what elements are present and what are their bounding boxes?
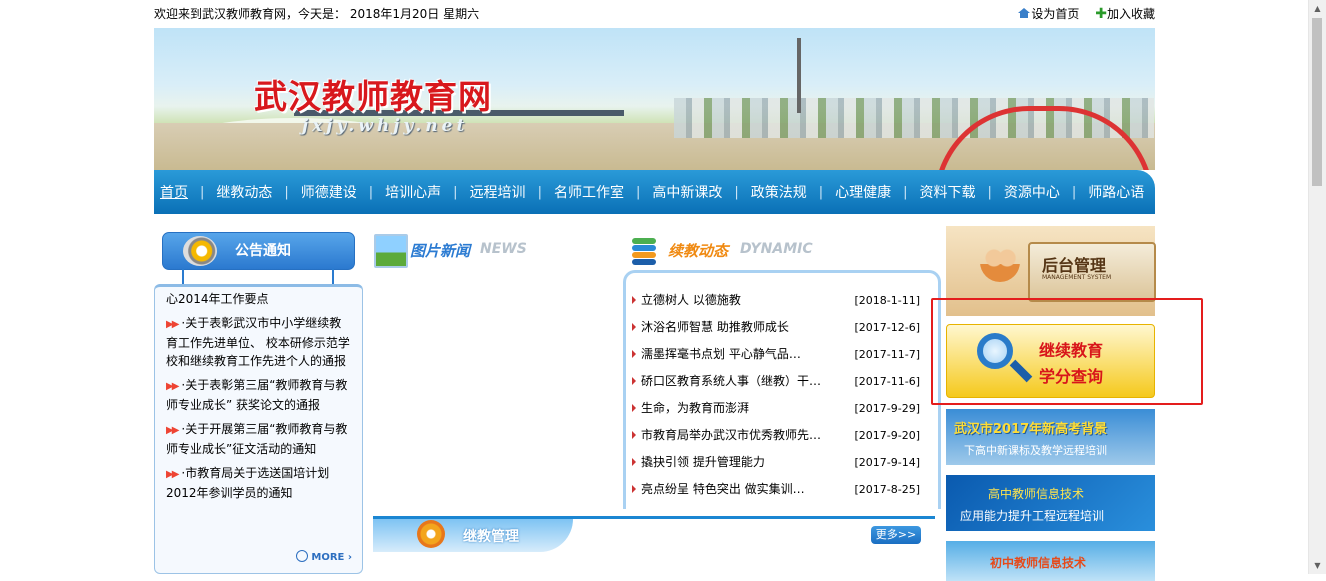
banner: 武汉教师教育网 jxjy.whjy.net [154, 28, 1155, 170]
notice-header: 公告通知 [162, 232, 355, 270]
management-section-header: 继教管理 更多>> [373, 516, 935, 552]
dynamic-row-title: 生命，为教育而澎湃 [641, 401, 750, 415]
dynamic-row-title: 沐浴名师智慧 助推教师成长 [641, 320, 789, 334]
notice-list: 心2014年工作要点 ▶▶ ·关于表彰武汉市中小学继续教育工作先进单位、 校本研修… [166, 292, 350, 508]
gaokao-training-banner[interactable]: 武汉市2017年新高考背景 下高中新课标及教学远程培训 [946, 409, 1155, 465]
notice-panel: 公告通知 心2014年工作要点 ▶▶ ·关于表彰武汉市中小学继续教育工作先进单位、… [154, 232, 363, 574]
picture-news-en: NEWS [480, 241, 527, 257]
speaker-icon [183, 236, 217, 266]
picture-icon [374, 234, 408, 268]
picture-news-title: 图片新闻 [410, 242, 471, 260]
bullet-icon [632, 296, 636, 304]
top-bar: 欢迎来到武汉教师教育网，今天是： 2018年1月20日 星期六 设为首页 ✚加入… [154, 0, 1155, 28]
bullet-icon [632, 350, 636, 358]
notice-body: 心2014年工作要点 ▶▶ ·关于表彰武汉市中小学继续教育工作先进单位、 校本研修… [154, 284, 363, 574]
dynamic-row-title: 市教育局举办武汉市优秀教师先… [641, 428, 822, 442]
bullet-icon [632, 485, 636, 493]
bullet-icon [632, 377, 636, 385]
scroll-down-icon[interactable]: ▼ [1309, 557, 1326, 574]
scroll-up-icon[interactable]: ▲ [1309, 0, 1326, 17]
picture-news-header: 图片新闻 NEWS [374, 232, 614, 268]
dynamic-row-date: [2017-9-29] [854, 402, 920, 415]
circle-icon [296, 550, 309, 562]
nav-ethics[interactable]: 师德建设 [301, 182, 357, 202]
dynamic-row-date: [2017-12-6] [854, 321, 920, 334]
admin-subtitle: MANAGEMENT SYSTEM [1042, 274, 1112, 281]
nav-master-studio[interactable]: 名师工作室 [554, 182, 624, 202]
dynamic-row-title: 立德树人 以德施教 [641, 293, 741, 307]
dynamic-list: 立德树人 以德施教 [2018-1-11] 沐浴名师智慧 助推教师成长 [2017-1… [632, 287, 930, 503]
dynamic-row[interactable]: 撬抉引领 提升管理能力 [2017-9-14] [632, 449, 930, 476]
home-icon [1018, 8, 1031, 18]
dynamic-row[interactable]: 亮点纷呈 特色突出 做实集训… [2017-8-25] [632, 476, 930, 503]
site-title: 武汉教师教育网 [254, 77, 492, 116]
nav-downloads[interactable]: 资料下载 [920, 182, 976, 202]
middle-school-it-banner[interactable]: 初中教师信息技术 [946, 541, 1155, 581]
dynamic-header: 续教动态 DYNAMIC [626, 232, 926, 268]
admin-title: 后台管理 [1042, 256, 1107, 275]
double-arrow-icon: ▶▶ [166, 469, 179, 480]
dynamic-row[interactable]: 沐浴名师智慧 助推教师成长 [2017-12-6] [632, 314, 930, 341]
notice-item[interactable]: ▶▶ ·关于表彰武汉市中小学继续教育工作先进单位、 校本研修示范学校和继续教育工作… [166, 314, 350, 370]
dynamic-row[interactable]: 生命，为教育而澎湃 [2017-9-29] [632, 395, 930, 422]
highlight-box [931, 298, 1203, 405]
dynamic-row-title: 亮点纷呈 特色突出 做实集训… [641, 482, 805, 496]
nav-policy[interactable]: 政策法规 [751, 182, 807, 202]
double-arrow-icon: ▶▶ [166, 319, 179, 330]
welcome-text: 欢迎来到武汉教师教育网，今天是： 2018年1月20日 星期六 [154, 7, 480, 21]
dynamic-row-title: 濡墨挥毫书点划 平心静气品… [641, 347, 801, 361]
dynamic-row-date: [2017-9-14] [854, 456, 920, 469]
notice-title: 公告通知 [235, 243, 291, 259]
dynamic-row[interactable]: 立德树人 以德施教 [2018-1-11] [632, 287, 930, 314]
dynamic-en: DYNAMIC [740, 241, 813, 257]
more-button[interactable]: 更多>> [871, 526, 921, 544]
top-links: 设为首页 ✚加入收藏 [1011, 0, 1155, 28]
dynamic-row-date: [2017-9-20] [854, 429, 920, 442]
dynamic-row-date: [2017-8-25] [854, 483, 920, 496]
dynamic-row-title: 硚口区教育系统人事（继教）干… [641, 374, 822, 388]
plus-icon: ✚ [1095, 6, 1107, 22]
dynamic-row[interactable]: 硚口区教育系统人事（继教）干… [2017-11-6] [632, 368, 930, 395]
set-home-link[interactable]: 设为首页 [1017, 7, 1079, 21]
bullet-icon [632, 458, 636, 466]
notice-item[interactable]: ▶▶ ·关于开展第三届“教师教育与教师专业成长”征文活动的通知 [166, 420, 350, 458]
nav-mental-health[interactable]: 心理健康 [835, 182, 891, 202]
page: 欢迎来到武汉教师教育网，今天是： 2018年1月20日 星期六 设为首页 ✚加入… [154, 0, 1156, 581]
add-favorite-link[interactable]: ✚加入收藏 [1089, 6, 1155, 22]
notice-item[interactable]: ▶▶ ·关于表彰第三届“教师教育与教师专业成长” 获奖论文的通报 [166, 376, 350, 414]
scroll-thumb[interactable] [1312, 18, 1322, 186]
dynamic-row-title: 撬抉引领 提升管理能力 [641, 455, 765, 469]
nav-training-voice[interactable]: 培训心声 [385, 182, 441, 202]
vertical-scrollbar[interactable]: ▲ ▼ [1308, 0, 1326, 574]
nav-resources[interactable]: 资源中心 [1004, 182, 1060, 202]
dynamic-row-date: [2018-1-11] [854, 294, 920, 307]
dynamic-row-date: [2017-11-7] [854, 348, 920, 361]
site-domain: jxjy.whjy.net [302, 116, 469, 136]
nav-teacher-voice[interactable]: 师路心语 [1088, 182, 1144, 202]
dynamic-row-date: [2017-11-6] [854, 375, 920, 388]
notice-more-link[interactable]: MORE › [296, 550, 352, 563]
management-title: 继教管理 [463, 529, 519, 545]
double-arrow-icon: ▶▶ [166, 381, 179, 392]
bullet-icon [632, 323, 636, 331]
nav-dynamic[interactable]: 继教动态 [216, 182, 272, 202]
dynamic-row[interactable]: 市教育局举办武汉市优秀教师先… [2017-9-20] [632, 422, 930, 449]
high-school-it-banner[interactable]: 高中教师信息技术 应用能力提升工程远程培训 [946, 475, 1155, 531]
notice-item[interactable]: ▶▶ ·市教育局关于选送国培计划2012年参训学员的通知 [166, 464, 350, 502]
notice-item-partial[interactable]: 心2014年工作要点 [166, 290, 350, 308]
bullet-icon [632, 431, 636, 439]
users-icon [980, 242, 1020, 282]
nav-remote-training[interactable]: 远程培训 [470, 182, 526, 202]
dynamic-title: 续教动态 [668, 242, 729, 260]
dynamic-box: 立德树人 以德施教 [2018-1-11] 沐浴名师智慧 助推教师成长 [2017-1… [623, 270, 941, 509]
gear-icon [417, 520, 445, 548]
dynamic-row[interactable]: 濡墨挥毫书点划 平心静气品… [2017-11-7] [632, 341, 930, 368]
main-nav: 首页 | 继教动态 | 师德建设 | 培训心声 | 远程培训 | 名师工作室 | 高中新课改… [154, 170, 1155, 214]
double-arrow-icon: ▶▶ [166, 425, 179, 436]
nav-curriculum-reform[interactable]: 高中新课改 [652, 182, 722, 202]
bullet-icon [632, 404, 636, 412]
nav-home[interactable]: 首页 [160, 182, 188, 202]
books-icon [628, 232, 658, 266]
